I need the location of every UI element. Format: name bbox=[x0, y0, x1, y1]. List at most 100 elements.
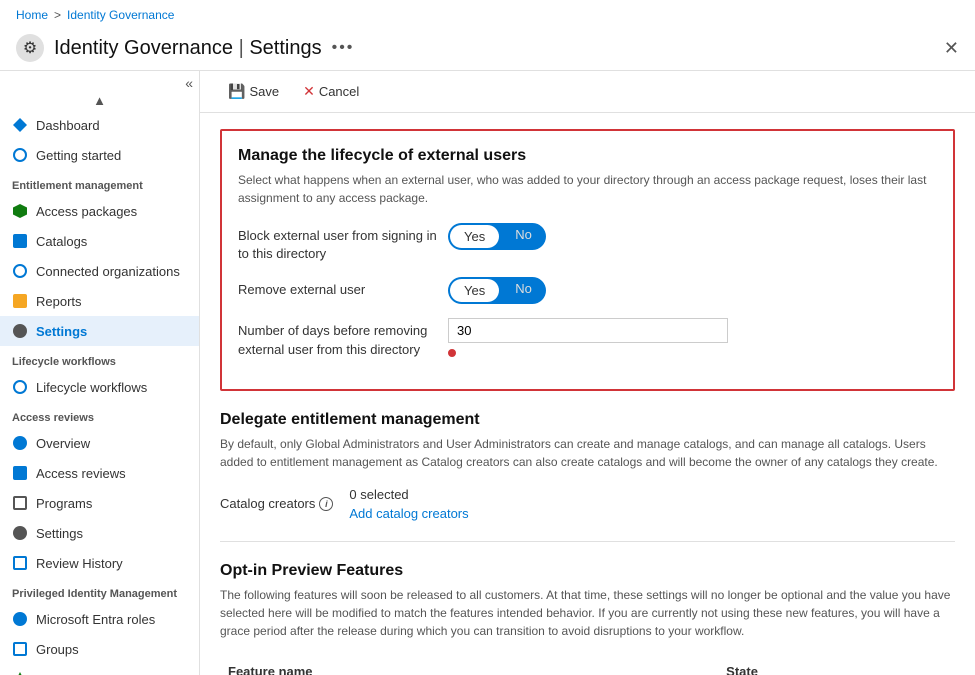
azure-icon bbox=[12, 671, 28, 675]
breadcrumb-separator: > bbox=[54, 8, 61, 22]
days-row: Number of days before removing external … bbox=[238, 318, 937, 358]
sidebar-item-access-packages[interactable]: Access packages bbox=[0, 196, 199, 226]
sidebar-item-access-reviews[interactable]: Access reviews bbox=[0, 458, 199, 488]
delegate-desc: By default, only Global Administrators a… bbox=[220, 435, 955, 471]
block-yes-option[interactable]: Yes bbox=[450, 225, 499, 248]
remove-user-label: Remove external user bbox=[238, 277, 448, 299]
sidebar-label-review-history: Review History bbox=[36, 556, 123, 571]
access-reviews-section-label: Access reviews bbox=[0, 402, 199, 428]
overview-icon bbox=[12, 435, 28, 451]
feature-table: Feature name State bbox=[220, 656, 955, 675]
days-input[interactable] bbox=[448, 318, 728, 343]
remove-no-option[interactable]: No bbox=[501, 277, 546, 304]
save-button[interactable]: 💾 Save bbox=[220, 79, 287, 104]
preview-section: Opt-in Preview Features The following fe… bbox=[220, 562, 955, 675]
remove-yes-option[interactable]: Yes bbox=[450, 279, 499, 302]
sidebar-label-reports: Reports bbox=[36, 294, 82, 309]
sidebar-label-programs: Programs bbox=[36, 496, 92, 511]
lifecycle-section: Manage the lifecycle of external users S… bbox=[220, 129, 955, 391]
sidebar-item-getting-started[interactable]: Getting started bbox=[0, 140, 199, 170]
catalog-creators-label: Catalog creators i bbox=[220, 496, 333, 511]
dashboard-icon bbox=[12, 117, 28, 133]
remove-toggle-group[interactable]: Yes No bbox=[448, 277, 546, 304]
sidebar-label-dashboard: Dashboard bbox=[36, 118, 100, 133]
breadcrumb-current[interactable]: Identity Governance bbox=[67, 8, 174, 22]
sidebar-item-catalogs[interactable]: Catalogs bbox=[0, 226, 199, 256]
sidebar-label-catalogs: Catalogs bbox=[36, 234, 87, 249]
breadcrumb: Home > Identity Governance bbox=[0, 0, 975, 30]
entra-roles-icon bbox=[12, 611, 28, 627]
cancel-button[interactable]: ✕ Cancel bbox=[295, 79, 367, 104]
lifecycle-title: Manage the lifecycle of external users bbox=[238, 147, 937, 165]
content-area: 💾 Save ✕ Cancel Manage the lifecycle of … bbox=[200, 71, 975, 675]
sidebar-scroll-up[interactable]: ▲ bbox=[0, 91, 199, 110]
catalog-label-text: Catalog creators bbox=[220, 496, 315, 511]
sidebar-item-dashboard[interactable]: Dashboard bbox=[0, 110, 199, 140]
pim-section-label: Privileged Identity Management bbox=[0, 578, 199, 604]
block-user-row: Block external user from signing in to t… bbox=[238, 223, 937, 263]
main-layout: « ▲ Dashboard Getting started Entitlemen… bbox=[0, 71, 975, 675]
page-header: ⚙ Identity Governance | Settings ••• ✕ bbox=[0, 30, 975, 71]
sidebar-collapse-icon[interactable]: « bbox=[185, 75, 193, 91]
access-reviews-icon bbox=[12, 465, 28, 481]
days-label: Number of days before removing external … bbox=[238, 318, 448, 358]
getting-started-icon bbox=[12, 147, 28, 163]
sidebar-item-entra-roles[interactable]: Microsoft Entra roles bbox=[0, 604, 199, 634]
entitlement-section-label: Entitlement management bbox=[0, 170, 199, 196]
sidebar-label-overview: Overview bbox=[36, 436, 90, 451]
sidebar-item-overview[interactable]: Overview bbox=[0, 428, 199, 458]
preview-title: Opt-in Preview Features bbox=[220, 562, 955, 580]
close-icon[interactable]: ✕ bbox=[944, 38, 959, 59]
content-body: Manage the lifecycle of external users S… bbox=[200, 113, 975, 675]
catalog-creators-row: Catalog creators i 0 selected Add catalo… bbox=[220, 487, 955, 521]
title-part2: Settings bbox=[249, 37, 321, 59]
sidebar-label-access-packages: Access packages bbox=[36, 204, 137, 219]
sidebar-label-access-reviews: Access reviews bbox=[36, 466, 126, 481]
block-user-control: Yes No bbox=[448, 223, 546, 250]
delegate-title: Delegate entitlement management bbox=[220, 411, 955, 429]
settings-icon bbox=[12, 323, 28, 339]
block-toggle-group[interactable]: Yes No bbox=[448, 223, 546, 250]
preview-desc: The following features will soon be rele… bbox=[220, 586, 955, 640]
lifecycle-desc: Select what happens when an external use… bbox=[238, 171, 937, 207]
catalog-creators-value: 0 selected bbox=[349, 487, 468, 502]
settings2-icon bbox=[12, 525, 28, 541]
sidebar-label-settings2: Settings bbox=[36, 526, 83, 541]
header-left: ⚙ Identity Governance | Settings ••• bbox=[16, 34, 354, 62]
sidebar-label-getting-started: Getting started bbox=[36, 148, 121, 163]
sidebar-label-azure: Azure resources bbox=[36, 672, 131, 675]
sidebar-item-reports[interactable]: Reports bbox=[0, 286, 199, 316]
gear-icon: ⚙ bbox=[16, 34, 44, 62]
catalog-info-icon[interactable]: i bbox=[319, 497, 333, 511]
programs-icon bbox=[12, 495, 28, 511]
access-packages-icon bbox=[12, 203, 28, 219]
sidebar-item-connected-orgs[interactable]: Connected organizations bbox=[0, 256, 199, 286]
sidebar-label-lifecycle-workflows: Lifecycle workflows bbox=[36, 380, 147, 395]
sidebar-label-settings: Settings bbox=[36, 324, 87, 339]
block-no-option[interactable]: No bbox=[501, 223, 546, 250]
connected-orgs-icon bbox=[12, 263, 28, 279]
cancel-label: Cancel bbox=[319, 84, 359, 99]
groups-icon bbox=[12, 641, 28, 657]
page-title: Identity Governance | Settings bbox=[54, 37, 322, 60]
sidebar-label-connected-orgs: Connected organizations bbox=[36, 264, 180, 279]
more-icon[interactable]: ••• bbox=[332, 39, 355, 57]
sidebar-item-review-history[interactable]: Review History bbox=[0, 548, 199, 578]
sidebar-item-settings2[interactable]: Settings bbox=[0, 518, 199, 548]
sidebar-item-groups[interactable]: Groups bbox=[0, 634, 199, 664]
catalogs-icon bbox=[12, 233, 28, 249]
sidebar-item-azure[interactable]: Azure resources bbox=[0, 664, 199, 675]
sidebar-item-settings[interactable]: Settings bbox=[0, 316, 199, 346]
breadcrumb-home[interactable]: Home bbox=[16, 8, 48, 22]
col-state: State bbox=[718, 656, 955, 675]
save-icon: 💾 bbox=[228, 83, 245, 100]
remove-user-row: Remove external user Yes No bbox=[238, 277, 937, 304]
review-history-icon bbox=[12, 555, 28, 571]
save-label: Save bbox=[249, 84, 279, 99]
sidebar-item-programs[interactable]: Programs bbox=[0, 488, 199, 518]
block-user-label: Block external user from signing in to t… bbox=[238, 223, 448, 263]
sidebar-item-lifecycle-workflows[interactable]: Lifecycle workflows bbox=[0, 372, 199, 402]
cancel-icon: ✕ bbox=[303, 83, 315, 100]
lifecycle-workflows-icon bbox=[12, 379, 28, 395]
add-catalog-creators-link[interactable]: Add catalog creators bbox=[349, 506, 468, 521]
